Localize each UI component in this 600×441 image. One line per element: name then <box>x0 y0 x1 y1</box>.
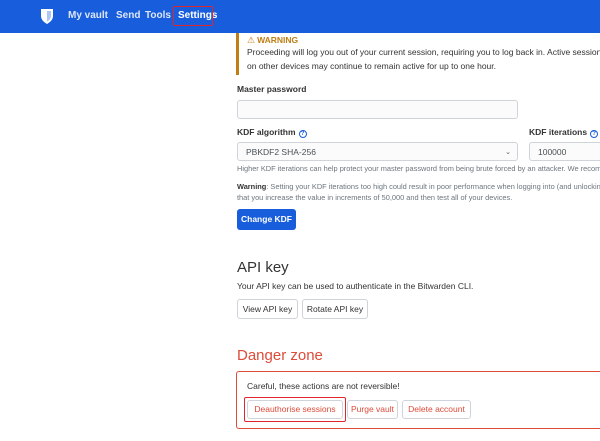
kdf-algorithm-label: KDF algorithm? <box>237 127 307 138</box>
kdf-iterations-label: KDF iterations? <box>529 127 599 138</box>
kdf-help-text: Higher KDF iterations can help protect y… <box>237 164 600 173</box>
view-api-key-button[interactable]: View API key <box>237 299 298 319</box>
kdf-algorithm-value: PBKDF2 SHA-256 <box>246 147 316 157</box>
kdf-iterations-input[interactable]: 100000 <box>529 142 600 161</box>
danger-zone-title: Danger zone <box>237 347 323 364</box>
deauthorise-highlight-box <box>244 397 346 422</box>
warning-triangle-icon: ⚠ <box>247 35 256 45</box>
rotate-api-key-button[interactable]: Rotate API key <box>302 299 368 319</box>
delete-account-button[interactable]: Delete account <box>402 400 471 419</box>
master-password-label: Master password <box>237 84 307 94</box>
bitwarden-shield-icon[interactable] <box>40 8 54 25</box>
warning-callout: ⚠ WARNING Proceeding will log you out of … <box>236 33 600 75</box>
nav-tools[interactable]: Tools <box>145 10 171 21</box>
api-key-description: Your API key can be used to authenticate… <box>237 281 474 291</box>
api-key-title: API key <box>237 259 289 276</box>
kdf-warning-line2: that you increase the value in increment… <box>237 193 513 202</box>
master-password-input[interactable] <box>237 100 518 119</box>
question-circle-icon[interactable]: ? <box>590 130 599 138</box>
purge-vault-button[interactable]: Purge vault <box>347 400 398 419</box>
top-navbar: My vault Send Tools Settings <box>0 0 600 33</box>
question-circle-icon[interactable]: ? <box>298 130 307 138</box>
danger-zone-description: Careful, these actions are not reversibl… <box>247 381 400 391</box>
chevron-down-icon: ⌄ <box>505 149 511 156</box>
settings-highlight-box <box>173 6 213 26</box>
nav-send[interactable]: Send <box>116 10 140 21</box>
kdf-warning-line1: Warning: Setting your KDF iterations too… <box>237 182 600 191</box>
change-kdf-button[interactable]: Change KDF <box>237 209 296 230</box>
nav-my-vault[interactable]: My vault <box>68 10 108 21</box>
kdf-algorithm-select[interactable]: PBKDF2 SHA-256 ⌄ <box>237 142 518 161</box>
warning-body: Proceeding will log you out of your curr… <box>247 47 600 71</box>
